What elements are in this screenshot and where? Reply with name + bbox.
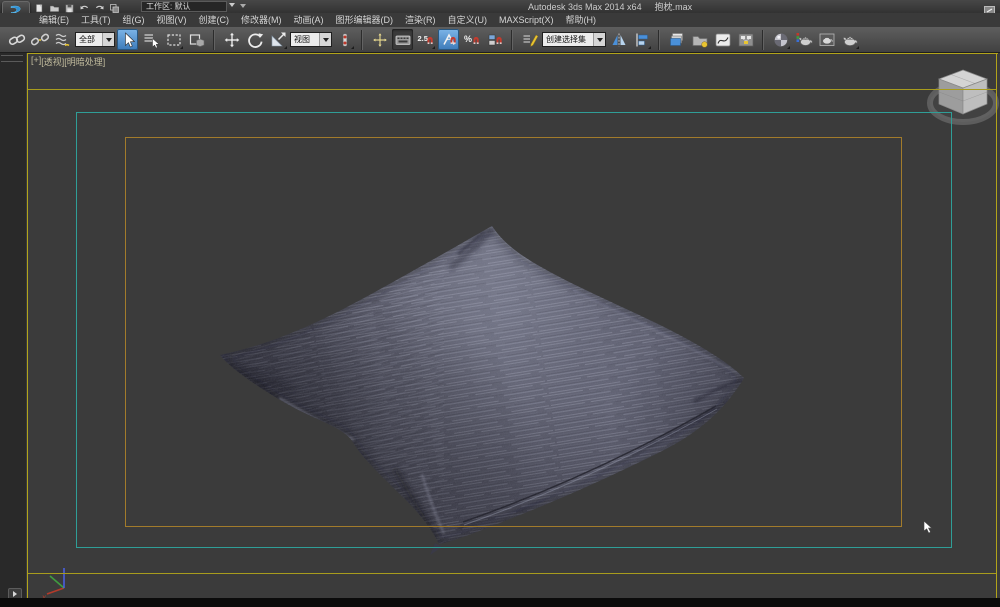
safe-frame-title [125, 137, 902, 527]
rectangular-selection-region-button[interactable] [163, 29, 184, 50]
selection-filter-dropdown[interactable]: 全部 [75, 32, 115, 47]
workspace-dropdown[interactable]: 工作区: 默认 [141, 1, 227, 12]
snaps-toggle-25-button[interactable]: 2.5 [415, 29, 436, 50]
app-title: Autodesk 3ds Max 2014 x64 [528, 2, 642, 12]
svg-text:%: % [464, 34, 472, 44]
menu-item-4[interactable]: 视图(V) [151, 13, 193, 27]
render-setup-button[interactable] [793, 29, 814, 50]
open-file-button[interactable] [49, 1, 60, 12]
select-and-rotate-button[interactable] [244, 29, 265, 50]
render-production-button[interactable] [839, 29, 860, 50]
toolbar-separator [213, 30, 215, 50]
menu-item-10[interactable]: 自定义(U) [442, 13, 494, 27]
curve-editor-button[interactable] [712, 29, 733, 50]
named-selection-sets-dropdown[interactable]: 创建选择集 [542, 32, 606, 47]
toolbar-separator [361, 30, 363, 50]
dropdown-arrow-icon[interactable] [319, 33, 331, 46]
reference-coordinate-system-dropdown-value: 视图 [294, 34, 310, 45]
toolbar-separator [762, 30, 764, 50]
viewport-menu-pov[interactable]: [透视] [41, 55, 64, 68]
dropdown-arrow-icon[interactable] [593, 33, 605, 46]
menu-item-5[interactable]: 创建(C) [193, 13, 236, 27]
mirror-button[interactable] [608, 29, 629, 50]
percent-snap-toggle-button[interactable]: % [461, 29, 482, 50]
use-pivot-point-center-button[interactable] [334, 29, 355, 50]
safe-frame-live-bottom [28, 573, 996, 574]
menu-item-9[interactable]: 渲染(R) [399, 13, 442, 27]
viewport-label: [+][透视][明暗处理] [31, 55, 105, 68]
select-and-scale-button[interactable] [267, 29, 288, 50]
selection-filter-dropdown-value: 全部 [79, 34, 95, 45]
select-object-button[interactable] [117, 29, 138, 50]
project-folder-button[interactable] [109, 1, 120, 12]
menu-bar: 编辑(E)工具(T)组(G)视图(V)创建(C)修改器(M)动画(A)图形编辑器… [0, 13, 1000, 27]
material-editor-button[interactable] [770, 29, 791, 50]
select-and-move-button[interactable] [221, 29, 242, 50]
edit-named-selection-sets-button[interactable] [519, 29, 540, 50]
file-title: 抱枕.max [655, 0, 693, 13]
qat-customize-caret-icon[interactable] [240, 4, 246, 8]
undo-button[interactable] [79, 1, 90, 12]
new-scene-button[interactable] [34, 1, 45, 12]
viewport-menu-shading[interactable]: [明暗处理] [64, 55, 105, 68]
viewport-border-right [996, 53, 997, 598]
redo-button[interactable] [94, 1, 105, 12]
main-toolbar: 全部 视图 2.5% 创建选择集 [0, 27, 1000, 53]
dropdown-arrow-icon[interactable] [102, 33, 114, 46]
window-crossing-button[interactable] [186, 29, 207, 50]
menu-item-12[interactable]: 帮助(H) [560, 13, 603, 27]
viewport-border-left [27, 53, 28, 598]
rendered-frame-window-button[interactable] [816, 29, 837, 50]
keyboard-shortcut-override-button[interactable] [392, 29, 413, 50]
bottom-bar [0, 598, 1000, 607]
safe-frame-live-top [28, 89, 996, 90]
unlink-selection-button[interactable] [29, 29, 50, 50]
svg-text:2.5: 2.5 [417, 34, 427, 43]
select-by-name-button[interactable] [140, 29, 161, 50]
select-and-manipulate-button[interactable] [369, 29, 390, 50]
workspace-caret-icon[interactable] [229, 3, 235, 7]
named-selection-sets-dropdown-value: 创建选择集 [546, 34, 586, 45]
angle-snap-toggle-button[interactable] [438, 29, 459, 50]
menu-item-8[interactable]: 图形编辑器(D) [330, 13, 400, 27]
bind-to-space-warp-button[interactable] [52, 29, 73, 50]
manage-layers-button[interactable] [666, 29, 687, 50]
workspace-label: 工作区: 默认 [146, 1, 190, 12]
menu-item-3[interactable]: 组(G) [117, 13, 151, 27]
menu-item-6[interactable]: 修改器(M) [235, 13, 288, 27]
left-toolbar-dock [0, 53, 26, 598]
schematic-view-button[interactable] [735, 29, 756, 50]
select-and-link-button[interactable] [6, 29, 27, 50]
toggle-ribbon-button[interactable] [689, 29, 710, 50]
menu-item-7[interactable]: 动画(A) [288, 13, 330, 27]
menu-item-11[interactable]: MAXScript(X) [493, 13, 560, 27]
reference-coordinate-system-dropdown[interactable]: 视图 [290, 32, 332, 47]
quick-access-toolbar [34, 1, 120, 12]
viewport-border-top [27, 53, 998, 54]
viewport-menu-general[interactable]: [+] [31, 55, 41, 68]
dock-handle[interactable] [1, 55, 23, 62]
infocenter-icon[interactable] [984, 2, 995, 11]
3dsmax-window: [+][透视][明暗处理] x Au [0, 0, 1000, 607]
spinner-snap-toggle-button[interactable] [484, 29, 505, 50]
menu-item-1[interactable]: 编辑(E) [33, 13, 75, 27]
menu-item-2[interactable]: 工具(T) [75, 13, 117, 27]
save-file-button[interactable] [64, 1, 75, 12]
align-button[interactable] [631, 29, 652, 50]
toolbar-separator [658, 30, 660, 50]
toolbar-separator [511, 30, 513, 50]
